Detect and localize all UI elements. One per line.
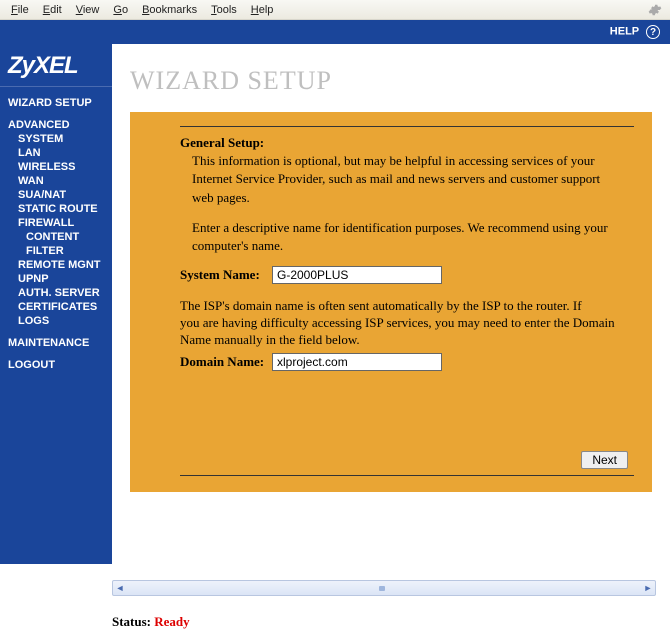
wizard-panel: General Setup: This information is optio… — [130, 112, 652, 492]
nav-wan[interactable]: WAN — [8, 175, 112, 187]
nav-sua-nat[interactable]: SUA/NAT — [8, 189, 112, 201]
page-title: WIZARD SETUP — [130, 66, 652, 96]
nav-wizard-setup[interactable]: WIZARD SETUP — [8, 97, 112, 109]
nav-firewall[interactable]: FIREWALL — [8, 217, 112, 229]
nav-maintenance[interactable]: MAINTENANCE — [8, 337, 112, 349]
menu-edit[interactable]: Edit — [36, 2, 69, 18]
system-name-input[interactable] — [272, 266, 442, 284]
status-line: Status: Ready — [112, 614, 670, 630]
header-band: HELP ? — [0, 20, 670, 44]
nav-lan[interactable]: LAN — [8, 147, 112, 159]
info-text-1: This information is optional, but may be… — [192, 153, 634, 169]
scroll-thumb[interactable] — [379, 586, 385, 591]
gear-icon[interactable] — [648, 3, 662, 17]
content-area: WIZARD SETUP General Setup: This informa… — [112, 44, 670, 564]
nav-logs[interactable]: LOGS — [8, 315, 112, 327]
nav-firewall-content[interactable]: CONTENT — [8, 231, 112, 243]
menu-file[interactable]: File — [4, 2, 36, 18]
nav-firewall-filter[interactable]: FILTER — [8, 245, 112, 257]
menu-tools[interactable]: Tools — [204, 2, 244, 18]
menu-bar: File Edit View Go Bookmarks Tools Help — [0, 0, 670, 20]
menu-go[interactable]: Go — [106, 2, 135, 18]
status-label: Status: — [112, 614, 151, 629]
system-name-label: System Name: — [180, 267, 272, 283]
nav-auth-server[interactable]: AUTH. SERVER — [8, 287, 112, 299]
info-text-4: Enter a descriptive name for identificat… — [192, 220, 634, 236]
info-text-3: web pages. — [192, 190, 634, 206]
nav-wireless[interactable]: WIRELESS — [8, 161, 112, 173]
domain-name-label: Domain Name: — [180, 354, 272, 370]
domain-name-input[interactable] — [272, 353, 442, 371]
menu-bookmarks[interactable]: Bookmarks — [135, 2, 204, 18]
info-text-2: Internet Service Provider, such as mail … — [192, 171, 634, 187]
menu-view[interactable]: View — [69, 2, 107, 18]
nav-upnp[interactable]: UPNP — [8, 273, 112, 285]
horizontal-scrollbar[interactable]: ◄ ► — [112, 580, 656, 596]
menu-help[interactable]: Help — [244, 2, 281, 18]
isp-note-2: you are having difficulty accessing ISP … — [180, 315, 634, 349]
nav-remote-mgnt[interactable]: REMOTE MGNT — [8, 259, 112, 271]
sidebar: ZyXEL WIZARD SETUP ADVANCED SYSTEM LAN W… — [0, 44, 112, 564]
help-icon: ? — [646, 25, 660, 39]
scroll-track[interactable] — [127, 581, 641, 595]
status-value: Ready — [154, 614, 189, 629]
nav-static-route[interactable]: STATIC ROUTE — [8, 203, 112, 215]
next-button[interactable]: Next — [581, 451, 628, 469]
scroll-left-icon[interactable]: ◄ — [113, 583, 127, 593]
scroll-right-icon[interactable]: ► — [641, 583, 655, 593]
info-text-5: computer's name. — [192, 238, 634, 254]
nav-system[interactable]: SYSTEM — [8, 133, 112, 145]
help-link[interactable]: HELP ? — [610, 25, 660, 39]
nav-certificates[interactable]: CERTIFICATES — [8, 301, 112, 313]
nav-advanced[interactable]: ADVANCED — [8, 119, 112, 131]
nav-logout[interactable]: LOGOUT — [8, 359, 112, 371]
isp-note-1: The ISP's domain name is often sent auto… — [180, 298, 634, 315]
general-setup-label: General Setup: — [180, 135, 634, 151]
help-label: HELP — [610, 26, 639, 38]
logo: ZyXEL — [0, 52, 112, 87]
